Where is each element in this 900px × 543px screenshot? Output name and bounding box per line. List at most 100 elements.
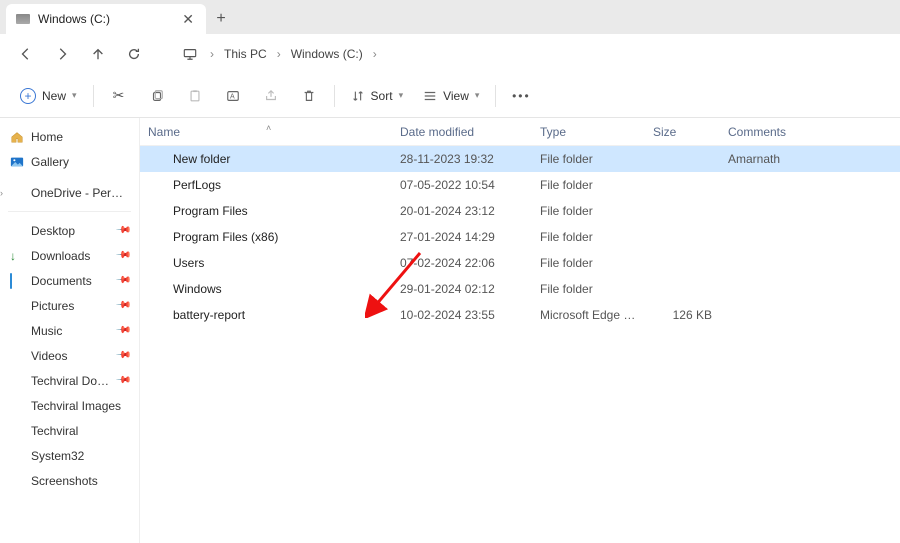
pin-icon: 📌	[114, 222, 131, 239]
sidebar-item-downloads[interactable]: ↓Downloads📌	[2, 243, 137, 268]
file-date: 20-01-2024 23:12	[392, 204, 532, 218]
file-date: 07-02-2024 22:06	[392, 256, 532, 270]
toolbar-divider	[495, 85, 496, 107]
file-type: Microsoft Edge HTM…	[532, 308, 645, 322]
paste-icon	[188, 89, 202, 103]
sidebar-gallery[interactable]: Gallery	[2, 149, 137, 174]
folder-icon	[10, 449, 25, 462]
folder-icon	[10, 424, 25, 437]
music-icon	[10, 324, 25, 337]
file-row[interactable]: Windows 29-01-2024 02:12File folder	[140, 276, 900, 302]
file-date: 27-01-2024 14:29	[392, 230, 532, 244]
folder-icon	[150, 231, 165, 244]
cut-button[interactable]	[102, 81, 136, 111]
sidebar-item-desktop[interactable]: Desktop📌	[2, 218, 137, 243]
file-type: File folder	[532, 204, 645, 218]
sidebar-item-label: Techviral Images	[31, 399, 129, 413]
sidebar-item-label: Screenshots	[31, 474, 129, 488]
scissors-icon	[113, 87, 125, 104]
pin-icon: 📌	[114, 372, 131, 389]
sidebar-item-label: Techviral	[31, 424, 129, 438]
file-date: 29-01-2024 02:12	[392, 282, 532, 296]
new-button[interactable]: + New ▾	[12, 81, 85, 111]
sidebar-item-documents[interactable]: Documents📌	[2, 268, 137, 293]
this-pc-icon[interactable]	[174, 38, 206, 70]
sidebar-onedrive[interactable]: › OneDrive - Persona	[2, 180, 137, 205]
up-button[interactable]	[82, 38, 114, 70]
more-button[interactable]: •••	[504, 81, 538, 111]
breadcrumb-separator-icon: ›	[373, 47, 377, 61]
sidebar-item-screenshots[interactable]: Screenshots	[2, 468, 137, 493]
pin-icon: 📌	[114, 247, 131, 264]
sidebar-item-videos[interactable]: Videos📌	[2, 343, 137, 368]
sort-button[interactable]: Sort ▾	[343, 81, 412, 111]
chevron-right-icon: ›	[0, 188, 3, 198]
share-icon	[264, 89, 278, 103]
sidebar-item-pictures[interactable]: Pictures📌	[2, 293, 137, 318]
breadcrumb-windows-c[interactable]: Windows (C:)	[291, 47, 363, 61]
plus-circle-icon: +	[20, 88, 36, 104]
desktop-icon	[10, 224, 25, 237]
document-icon	[10, 274, 25, 287]
trash-icon	[302, 89, 316, 103]
file-type: File folder	[532, 282, 645, 296]
nav-bar: › This PC › Windows (C:) ›	[0, 34, 900, 74]
rename-icon: A	[226, 89, 240, 103]
drive-icon	[16, 14, 30, 24]
folder-icon	[10, 474, 25, 487]
tab-close-icon[interactable]: ✕	[180, 10, 196, 28]
file-row[interactable]: Program Files (x86)27-01-2024 14:29File …	[140, 224, 900, 250]
sidebar-item-music[interactable]: Music📌	[2, 318, 137, 343]
paste-button[interactable]	[178, 81, 212, 111]
folder-icon	[150, 205, 165, 218]
copy-button[interactable]	[140, 81, 174, 111]
column-comments[interactable]: Comments	[720, 125, 900, 139]
pin-icon: 📌	[114, 347, 131, 364]
rows: New folder28-11-2023 19:32File folderAma…	[140, 146, 900, 543]
toolbar-divider	[93, 85, 94, 107]
explorer-window: Windows (C:) ✕ + › This PC › Windows (C:…	[0, 0, 900, 543]
file-row[interactable]: PerfLogs 07-05-2022 10:54File folder	[140, 172, 900, 198]
file-row[interactable]: New folder28-11-2023 19:32File folderAma…	[140, 146, 900, 172]
file-row[interactable]: battery-report10-02-2024 23:55Microsoft …	[140, 302, 900, 328]
sidebar-item-system32[interactable]: System32	[2, 443, 137, 468]
share-button[interactable]	[254, 81, 288, 111]
chevron-down-icon: ▾	[72, 90, 77, 101]
back-button[interactable]	[10, 38, 42, 70]
new-tab-button[interactable]: +	[206, 4, 236, 34]
tab-title: Windows (C:)	[38, 12, 172, 26]
breadcrumb-separator-icon: ›	[210, 47, 214, 61]
view-button[interactable]: View ▾	[415, 81, 487, 111]
column-name[interactable]: Name ˄	[140, 125, 392, 139]
file-type: File folder	[532, 178, 645, 192]
breadcrumb-this-pc[interactable]: This PC	[224, 47, 267, 61]
file-name: PerfLogs	[173, 178, 221, 192]
forward-button[interactable]	[46, 38, 78, 70]
column-type[interactable]: Type	[532, 125, 645, 139]
sidebar-item-techviral-docum[interactable]: Techviral Docum📌	[2, 368, 137, 393]
sidebar-home[interactable]: Home	[2, 124, 137, 149]
view-label: View	[443, 89, 469, 103]
home-icon	[10, 130, 25, 143]
file-date: 28-11-2023 19:32	[392, 152, 532, 166]
toolbar-divider	[334, 85, 335, 107]
onedrive-icon	[10, 186, 25, 199]
tab-windows-c[interactable]: Windows (C:) ✕	[6, 4, 206, 34]
sidebar-item-techviral[interactable]: Techviral	[2, 418, 137, 443]
gallery-icon	[10, 155, 25, 168]
video-icon	[10, 349, 25, 362]
file-name: Windows	[173, 282, 222, 296]
rename-button[interactable]: A	[216, 81, 250, 111]
delete-button[interactable]	[292, 81, 326, 111]
file-row[interactable]: Users07-02-2024 22:06File folder	[140, 250, 900, 276]
file-row[interactable]: Program Files 20-01-2024 23:12File folder	[140, 198, 900, 224]
file-date: 07-05-2022 10:54	[392, 178, 532, 192]
column-size[interactable]: Size	[645, 125, 720, 139]
refresh-button[interactable]	[118, 38, 150, 70]
sidebar-item-techviral-images[interactable]: Techviral Images	[2, 393, 137, 418]
sidebar-separator	[8, 211, 131, 212]
column-date[interactable]: Date modified	[392, 125, 532, 139]
body: Home Gallery › OneDrive - Persona Deskto…	[0, 118, 900, 543]
tab-bar: Windows (C:) ✕ +	[0, 0, 900, 34]
file-name: Program Files	[173, 204, 248, 218]
